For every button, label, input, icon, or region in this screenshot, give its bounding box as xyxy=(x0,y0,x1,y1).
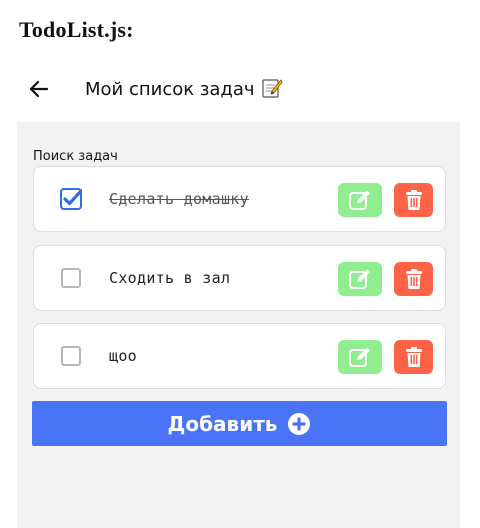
back-button[interactable] xyxy=(26,76,52,102)
add-task-button[interactable]: Добавить xyxy=(32,401,447,446)
page-title-text: Мой список задач xyxy=(85,79,255,100)
checkbox-checked-icon xyxy=(60,188,82,210)
task-checkbox[interactable] xyxy=(61,346,81,366)
edit-button[interactable] xyxy=(338,262,382,296)
task-text: щоо xyxy=(109,347,137,365)
task-text: Сходить в зал xyxy=(109,269,231,287)
plus-circle-icon xyxy=(288,412,311,435)
arrow-left-icon xyxy=(29,80,49,98)
app-header: Мой список задач xyxy=(0,70,480,108)
edit-icon xyxy=(349,347,370,367)
add-task-label: Добавить xyxy=(167,411,278,436)
delete-button[interactable] xyxy=(394,183,433,217)
search-label: Поиск задач xyxy=(33,149,118,164)
page-title: Мой список задач xyxy=(85,77,283,104)
trash-icon xyxy=(405,347,422,367)
task-item: щоо xyxy=(33,323,446,389)
task-item: Сходить в зал xyxy=(33,245,446,311)
memo-icon xyxy=(261,77,283,104)
task-checkbox-checked[interactable] xyxy=(60,188,82,210)
edit-button[interactable] xyxy=(338,340,382,374)
task-item: Сделать домашку xyxy=(33,166,446,232)
edit-icon xyxy=(349,190,370,210)
task-text: Сделать домашку xyxy=(109,190,249,208)
file-title: TodoList.js: xyxy=(19,17,134,42)
edit-icon xyxy=(349,269,370,289)
trash-icon xyxy=(405,190,422,210)
edit-button[interactable] xyxy=(338,183,382,217)
todo-panel: Поиск задач Сделать домашку Сходить в за… xyxy=(17,122,460,528)
trash-icon xyxy=(405,269,422,289)
delete-button[interactable] xyxy=(394,340,433,374)
delete-button[interactable] xyxy=(394,262,433,296)
task-checkbox[interactable] xyxy=(61,268,81,288)
